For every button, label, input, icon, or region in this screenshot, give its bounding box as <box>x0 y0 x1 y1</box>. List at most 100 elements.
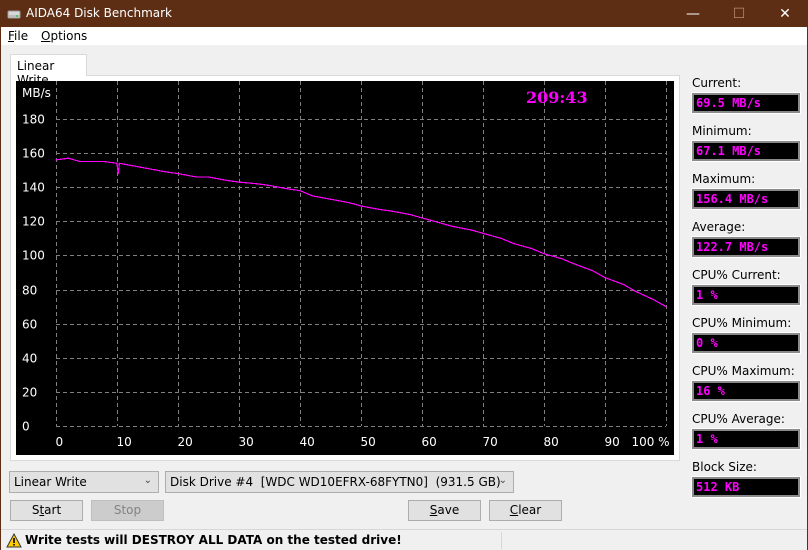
data-point <box>500 237 502 239</box>
value-cpupct-current: 1 % <box>691 284 801 306</box>
close-button[interactable]: ✕ <box>762 1 808 27</box>
label-current: Current: <box>692 76 742 90</box>
start-label-b: art <box>44 503 62 517</box>
data-point <box>348 202 350 204</box>
data-point <box>67 157 69 159</box>
y-tick-label: 100 <box>22 249 45 263</box>
value-current: 69.5 MB/s <box>691 92 801 114</box>
maximize-button[interactable]: ☐ <box>716 1 762 27</box>
data-point <box>104 161 106 163</box>
chevron-down-icon: ⌄ <box>498 475 507 486</box>
data-point <box>79 161 81 163</box>
data-point <box>573 263 576 265</box>
x-tick-label: 40 <box>300 435 315 449</box>
y-tick-label: 20 <box>22 386 37 400</box>
window-title: AIDA64 Disk Benchmark <box>26 6 173 20</box>
y-tick-label: 160 <box>22 147 45 161</box>
data-point <box>55 159 57 161</box>
stop-button[interactable]: Stop <box>91 500 164 521</box>
drive-select[interactable]: Disk Drive #4 [WDC WD10EFRX-68FYTN0] (93… <box>165 471 514 493</box>
data-point <box>165 171 167 173</box>
value-cpupct-maximum: 16 % <box>691 380 801 402</box>
data-point <box>482 232 484 234</box>
y-tick-label: 120 <box>22 215 45 229</box>
data-point <box>177 173 179 175</box>
data-point <box>207 176 210 178</box>
data-point <box>390 210 393 212</box>
data-point <box>531 248 533 250</box>
status-bar: Write tests will DESTROY ALL DATA on the… <box>1 529 807 550</box>
start-button[interactable]: Start <box>10 500 83 521</box>
warning-text: Write tests will DESTROY ALL DATA on the… <box>25 533 402 547</box>
data-point <box>665 306 667 308</box>
drive-value: Disk Drive #4 [WDC WD10EFRX-68FYTN0] (93… <box>170 475 501 489</box>
x-tick-label: 20 <box>178 435 193 449</box>
data-point <box>299 190 301 192</box>
benchmark-chart: 0 10 20 30 40 50 60 70 80 90 100 % 0 20 40 60 80 100 120 1… <box>16 81 674 455</box>
label-maximum: Maximum: <box>692 172 756 186</box>
data-point <box>256 183 258 185</box>
menu-options-label: ptions <box>50 29 88 43</box>
x-tick-label: 80 <box>544 435 559 449</box>
data-point <box>561 258 563 260</box>
value-average: 122.7 MB/s <box>691 236 801 258</box>
clear-label-accel: C <box>509 503 519 517</box>
value-cpupct-average: 1 % <box>691 428 801 450</box>
value-block-size: 512 KB <box>691 476 801 498</box>
clear-button[interactable]: Clear <box>489 500 562 521</box>
data-point <box>470 229 472 231</box>
save-label: ave <box>437 503 460 517</box>
label-block-size: Block Size: <box>692 460 757 474</box>
data-point <box>287 188 289 190</box>
menu-file[interactable]: File <box>8 29 28 43</box>
data-point <box>128 164 130 166</box>
menu-bar: File Options <box>1 27 807 45</box>
y-tick-label: 40 <box>22 352 37 366</box>
y-tick-label: 80 <box>22 284 37 298</box>
menu-options[interactable]: Options <box>41 29 87 43</box>
aida64-window: AIDA64 Disk Benchmark — ☐ ✕ File Options… <box>0 0 808 550</box>
chevron-down-icon: ⌄ <box>143 475 152 486</box>
data-point <box>92 161 94 163</box>
label-cpupct-current: CPU% Current: <box>692 268 781 282</box>
data-point <box>592 270 594 272</box>
test-type-value: Linear Write <box>14 475 87 489</box>
status-divider <box>501 532 502 549</box>
x-tick-label: 50 <box>361 435 376 449</box>
x-tick-label: 70 <box>483 435 498 449</box>
x-tick-label: 10 <box>117 435 132 449</box>
data-point <box>634 290 637 292</box>
data-point <box>118 162 120 164</box>
value-cpupct-minimum: 0 % <box>691 332 801 354</box>
y-tick-label: 0 <box>22 420 30 434</box>
data-point <box>226 179 228 181</box>
data-point <box>604 277 606 279</box>
warning-icon <box>6 533 22 548</box>
data-point <box>238 181 240 183</box>
data-point <box>378 208 380 210</box>
minimize-button[interactable]: — <box>670 1 716 27</box>
tab-linear-write[interactable]: Linear Write <box>10 54 87 87</box>
value-minimum: 67.1 MB/s <box>691 140 801 162</box>
label-minimum: Minimum: <box>692 124 752 138</box>
title-bar[interactable]: AIDA64 Disk Benchmark — ☐ ✕ <box>1 1 807 27</box>
x-tick-label: 90 <box>605 435 620 449</box>
data-point <box>146 167 149 170</box>
label-average: Average: <box>692 220 746 234</box>
data-point <box>512 242 515 245</box>
data-point <box>421 217 423 219</box>
label-cpupct-average: CPU% Average: <box>692 412 785 426</box>
data-point <box>543 253 545 255</box>
data-point <box>311 195 313 197</box>
data-point <box>439 222 441 224</box>
y-axis-label: MB/s <box>22 86 51 100</box>
label-cpupct-maximum: CPU% Maximum: <box>692 364 795 378</box>
save-button[interactable]: Save <box>408 500 481 521</box>
test-type-select[interactable]: Linear Write ⌄ <box>9 471 159 493</box>
data-point <box>653 299 655 301</box>
y-tick-label: 180 <box>22 113 45 127</box>
value-maximum: 156.4 MB/s <box>691 188 801 210</box>
data-point <box>268 184 271 187</box>
x-tick-label: 60 <box>422 435 437 449</box>
data-point <box>195 176 197 178</box>
